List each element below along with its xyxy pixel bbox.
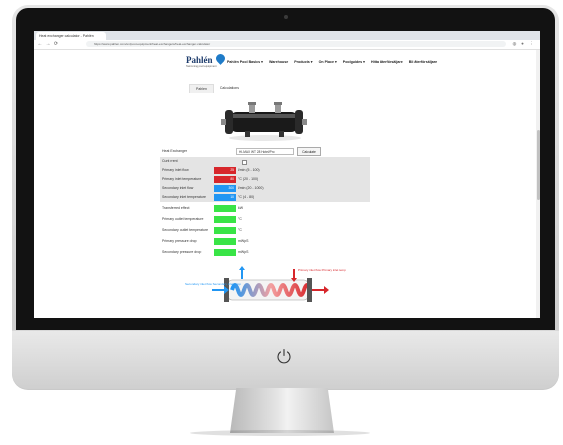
- secondary-inlet-flow-input[interactable]: 300: [214, 185, 236, 192]
- tab-pahlen[interactable]: Pahlen: [189, 84, 214, 93]
- menu-item[interactable]: Hitta återförsäljare: [371, 60, 403, 64]
- primary-inlet-temperature-input[interactable]: 80: [214, 176, 236, 183]
- address-bar[interactable]: https://www.pahlen.com/en/pool-equipment…: [86, 41, 506, 47]
- input-row: Secondary inlet temperature 10 °C (4 - 8…: [160, 193, 370, 202]
- menu-icon[interactable]: ⋮: [529, 41, 534, 47]
- back-icon[interactable]: ←: [37, 41, 43, 47]
- counter-current-checkbox[interactable]: [242, 160, 247, 165]
- page-scrollbar[interactable]: [536, 50, 540, 318]
- browser-window: Heat exchanger calculator - Pahlén ← → ⟳…: [34, 31, 540, 318]
- logo-tagline: Swimming pool equipment: [186, 65, 217, 68]
- flow-diagram: Secondary inlet flow Secondary inlet tem…: [185, 266, 346, 302]
- forward-icon[interactable]: →: [45, 41, 51, 47]
- output-row: Transferred effect kW: [160, 204, 370, 213]
- camera-icon: [284, 15, 288, 19]
- calculator-tabs: Pahlen Calculations: [189, 84, 245, 93]
- input-row: Primary inlet flow 25 l/min (5 - 100): [160, 166, 370, 175]
- output-unit: kW: [238, 206, 244, 210]
- output-label: Secondary pressure drop: [162, 250, 202, 254]
- output-unit: mWpS: [238, 250, 249, 254]
- menu-item[interactable]: On Place ▾: [319, 60, 337, 64]
- power-icon[interactable]: [276, 348, 292, 364]
- primary-inlet-label: Primary inlet flow Primary inlet temp: [298, 268, 346, 272]
- tab-bar: Heat exchanger calculator - Pahlén: [34, 31, 540, 40]
- input-unit: °C (4 - 80): [238, 195, 255, 199]
- secondary-outlet-temperature-output: [214, 227, 236, 234]
- primary-pressure-drop-output: [214, 238, 236, 245]
- secondary-inlet-label: Secondary inlet flow Secondary inlet tem…: [185, 282, 241, 286]
- menu-item[interactable]: Products ▾: [294, 60, 312, 64]
- output-label: Secondary outlet temperature: [162, 228, 209, 232]
- heat-exchanger-select[interactable]: HI-MAX WT 28 Hotel/Pro: [236, 148, 294, 155]
- scrollbar-thumb[interactable]: [536, 130, 540, 200]
- primary-inlet-flow-input[interactable]: 25: [214, 167, 236, 174]
- reload-icon[interactable]: ⟳: [53, 41, 59, 47]
- menu-item[interactable]: Warehouse: [269, 60, 288, 64]
- counter-current-label: Cunt rrent: [162, 159, 178, 163]
- transferred-effect-output: [214, 205, 236, 212]
- output-row: Primary outlet temperature °C: [160, 215, 370, 224]
- input-unit: °C (20 - 100): [238, 177, 259, 181]
- logo-text: Pahlén: [186, 55, 213, 65]
- browser-tab[interactable]: Heat exchanger calculator - Pahlén: [36, 32, 106, 40]
- menu-item[interactable]: Poolguides ▾: [343, 60, 365, 64]
- input-unit: l/min (20 - 1000): [238, 186, 264, 190]
- heat-exchanger-row: Heat Exchanger HI-MAX WT 28 Hotel/Pro Ca…: [160, 147, 370, 156]
- output-row: Secondary outlet temperature °C: [160, 226, 370, 235]
- secondary-pressure-drop-output: [214, 249, 236, 256]
- main-menu: Pahlén Pool Basics ▾ Warehouse Products …: [227, 60, 437, 64]
- tab-calculations[interactable]: Calculations: [214, 84, 245, 93]
- heat-exchanger-label: Heat Exchanger: [162, 149, 188, 153]
- stand-shadow: [190, 430, 370, 436]
- site-header: Pahlén Swimming pool equipment Pahlén Po…: [34, 51, 540, 73]
- input-label: Primary inlet temperature: [162, 177, 202, 181]
- site-logo[interactable]: Pahlén Swimming pool equipment: [186, 52, 228, 69]
- input-label: Primary inlet flow: [162, 168, 189, 172]
- water-drop-icon: [214, 52, 227, 65]
- input-row: Secondary inlet flow 300 l/min (20 - 100…: [160, 184, 370, 193]
- heat-exchanger-image: [221, 102, 307, 141]
- profile-icon[interactable]: ●: [520, 41, 525, 47]
- calculate-button[interactable]: Calculate: [297, 147, 321, 156]
- output-row: Primary pressure drop mWpS: [160, 237, 370, 246]
- secondary-inlet-temperature-input[interactable]: 10: [214, 194, 236, 201]
- counter-current-row: Cunt rrent: [160, 157, 370, 166]
- extension-icon[interactable]: ◍: [512, 41, 517, 47]
- input-row: Primary inlet temperature 80 °C (20 - 10…: [160, 175, 370, 184]
- browser-toolbar: ← → ⟳ https://www.pahlen.com/en/pool-equ…: [34, 40, 540, 50]
- output-label: Primary pressure drop: [162, 239, 197, 243]
- input-label: Secondary inlet flow: [162, 186, 194, 190]
- imac-stand: [230, 388, 334, 433]
- output-unit: °C: [238, 217, 242, 221]
- output-label: Transferred effect: [162, 206, 190, 210]
- output-unit: mWpS: [238, 239, 249, 243]
- input-unit: l/min (5 - 100): [238, 168, 260, 172]
- output-label: Primary outlet temperature: [162, 217, 204, 221]
- input-label: Secondary inlet temperature: [162, 195, 206, 199]
- output-row: Secondary pressure drop mWpS: [160, 248, 370, 257]
- primary-outlet-temperature-output: [214, 216, 236, 223]
- output-unit: °C: [238, 228, 242, 232]
- menu-item[interactable]: Pahlén Pool Basics ▾: [227, 60, 263, 64]
- menu-item[interactable]: Bli återförsäljare: [409, 60, 437, 64]
